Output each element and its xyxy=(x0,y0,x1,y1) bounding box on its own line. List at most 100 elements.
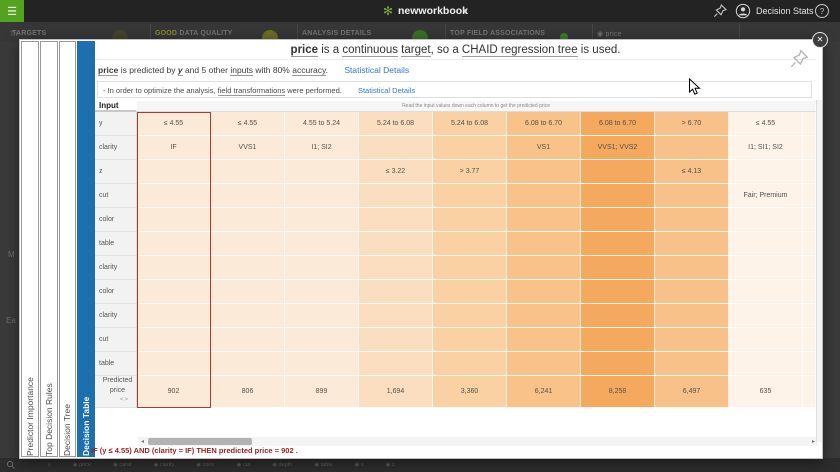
decision-cell[interactable]: ≤ 4.55 xyxy=(137,112,211,136)
decision-cell[interactable]: VVS1; VVS2 xyxy=(581,136,655,160)
decision-cell[interactable] xyxy=(729,160,803,184)
decision-cell[interactable] xyxy=(581,304,655,328)
decision-cell[interactable] xyxy=(655,208,729,232)
help-button[interactable]: ? xyxy=(815,4,829,18)
decision-cell[interactable] xyxy=(507,280,581,304)
decision-cell[interactable] xyxy=(285,280,359,304)
decision-cell[interactable] xyxy=(211,232,285,256)
predicted-price-cell[interactable]: 6,497 xyxy=(655,376,729,408)
decision-cell[interactable] xyxy=(359,184,433,208)
decision-cell[interactable] xyxy=(433,328,507,352)
decision-cell[interactable] xyxy=(655,280,729,304)
decision-cell[interactable]: 5.24 to 6.08 xyxy=(359,112,433,136)
decision-cell[interactable] xyxy=(581,352,655,376)
decision-cell[interactable] xyxy=(359,352,433,376)
decision-cell[interactable] xyxy=(729,208,803,232)
decision-cell[interactable] xyxy=(729,304,803,328)
decision-cell[interactable] xyxy=(507,304,581,328)
predicted-price-cell[interactable]: 1,694 xyxy=(359,376,433,408)
decision-cell[interactable] xyxy=(359,136,433,160)
statistical-details-link[interactable]: Statistical Details xyxy=(344,65,409,75)
decision-cell[interactable] xyxy=(211,304,285,328)
decision-cell[interactable] xyxy=(581,184,655,208)
decision-cell[interactable] xyxy=(359,304,433,328)
pin-dialog-icon[interactable] xyxy=(788,48,810,70)
decision-cell[interactable] xyxy=(211,352,285,376)
decision-cell[interactable]: Fair; Premium xyxy=(729,184,803,208)
decision-cell[interactable] xyxy=(433,352,507,376)
decision-cell[interactable] xyxy=(359,256,433,280)
decision-cell[interactable] xyxy=(359,232,433,256)
decision-cell[interactable] xyxy=(507,328,581,352)
decision-cell[interactable] xyxy=(285,208,359,232)
decision-cell[interactable] xyxy=(211,328,285,352)
statistical-details-link-2[interactable]: Statistical Details xyxy=(358,86,415,95)
decision-cell[interactable] xyxy=(729,280,803,304)
predicted-price-cell[interactable]: 3,360 xyxy=(433,376,507,408)
scroll-left-icon[interactable]: ◂ xyxy=(138,438,147,445)
decision-cell[interactable] xyxy=(803,304,816,328)
decision-cell[interactable] xyxy=(655,328,729,352)
decision-cell[interactable] xyxy=(507,232,581,256)
decision-cell[interactable] xyxy=(803,232,816,256)
decision-cell[interactable] xyxy=(137,352,211,376)
decision-cell[interactable] xyxy=(581,160,655,184)
tab-decision-tree[interactable]: Decision Tree xyxy=(59,41,77,457)
decision-cell[interactable]: ≤ 4.55 xyxy=(211,112,285,136)
decision-cell[interactable]: 6.08 to 6.70 xyxy=(507,112,581,136)
decision-cell[interactable] xyxy=(581,256,655,280)
user-avatar-icon[interactable] xyxy=(735,3,751,19)
decision-cell[interactable] xyxy=(729,256,803,280)
decision-cell[interactable] xyxy=(433,256,507,280)
decision-cell[interactable] xyxy=(137,304,211,328)
decision-cell[interactable] xyxy=(581,208,655,232)
decision-cell[interactable] xyxy=(359,280,433,304)
decision-cell[interactable] xyxy=(729,328,803,352)
decision-cell[interactable] xyxy=(137,160,211,184)
decision-cell[interactable]: I1; SI1; SI2 xyxy=(729,136,803,160)
tab-top-decision-rules[interactable]: Top Decision Rules xyxy=(40,41,58,457)
decision-cell[interactable] xyxy=(211,184,285,208)
hamburger-menu-button[interactable]: ☰ xyxy=(0,0,24,22)
decision-cell[interactable] xyxy=(803,184,816,208)
decision-cell[interactable] xyxy=(211,160,285,184)
decision-cell[interactable]: > 6.70 xyxy=(655,112,729,136)
decision-cell[interactable] xyxy=(285,304,359,328)
predicted-price-cell[interactable] xyxy=(803,376,816,408)
decision-cell[interactable]: VS1 xyxy=(507,136,581,160)
workbook-title[interactable]: newworkbook xyxy=(398,5,468,17)
decision-cell[interactable] xyxy=(285,256,359,280)
decision-cell[interactable] xyxy=(433,232,507,256)
tab-predictor-importance[interactable]: Predictor Importance xyxy=(21,41,39,457)
decision-cell[interactable] xyxy=(655,352,729,376)
decision-cell[interactable] xyxy=(211,256,285,280)
decision-cell[interactable] xyxy=(285,184,359,208)
decision-cell[interactable] xyxy=(507,352,581,376)
vertical-scrollbar[interactable] xyxy=(816,100,822,442)
decision-cell[interactable] xyxy=(803,328,816,352)
decision-cell[interactable] xyxy=(137,328,211,352)
decision-cell[interactable] xyxy=(359,328,433,352)
decision-cell[interactable]: IF xyxy=(137,136,211,160)
pin-icon[interactable] xyxy=(712,3,728,19)
decision-cell[interactable] xyxy=(433,280,507,304)
decision-cell[interactable] xyxy=(581,232,655,256)
decision-cell[interactable] xyxy=(803,256,816,280)
decision-cell[interactable] xyxy=(655,232,729,256)
decision-cell[interactable] xyxy=(285,160,359,184)
tab-decision-table[interactable]: Decision Table xyxy=(77,41,95,457)
decision-cell[interactable] xyxy=(655,256,729,280)
decision-cell[interactable]: 4.55 to 5.24 xyxy=(285,112,359,136)
decision-cell[interactable]: ≤ 4.55 xyxy=(729,112,803,136)
decision-cell[interactable] xyxy=(803,160,816,184)
predicted-price-cell[interactable]: 899 xyxy=(285,376,359,408)
decision-cell[interactable] xyxy=(359,208,433,232)
workbook-dropdown-caret-icon[interactable]: ▾ xyxy=(463,6,468,17)
decision-cell[interactable] xyxy=(729,352,803,376)
close-icon[interactable]: ✕ xyxy=(812,32,828,48)
decision-cell[interactable] xyxy=(655,136,729,160)
decision-cell[interactable] xyxy=(803,208,816,232)
sort-icon[interactable]: <> xyxy=(120,396,129,404)
decision-cell[interactable]: I1; SI2 xyxy=(285,136,359,160)
decision-cell[interactable]: 6.08 to 6.70 xyxy=(581,112,655,136)
